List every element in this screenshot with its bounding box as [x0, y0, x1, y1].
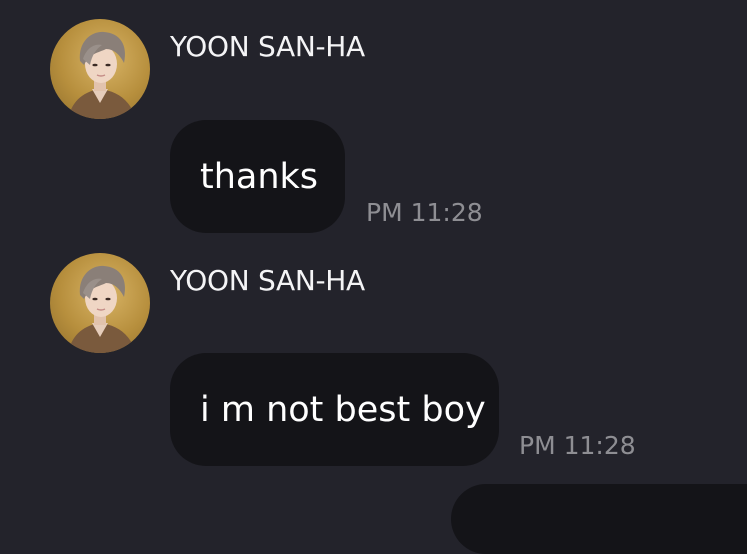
message-text: thanks [200, 156, 319, 197]
message-bubble-partial[interactable] [451, 484, 747, 554]
avatar-portrait-icon [68, 31, 136, 119]
chat-area: YOON SAN-HA thanks PM 11:28 YOON SAN-HA … [0, 0, 747, 554]
message-bubble[interactable]: thanks [170, 120, 345, 233]
message-bubble[interactable]: i m not best boy [170, 353, 499, 466]
message-timestamp: PM 11:28 [519, 431, 636, 460]
message-text: i m not best boy [200, 389, 486, 430]
avatar[interactable] [50, 19, 150, 119]
avatar[interactable] [50, 253, 150, 353]
sender-name: YOON SAN-HA [170, 30, 365, 63]
message-timestamp: PM 11:28 [366, 198, 483, 227]
avatar-portrait-icon [68, 265, 136, 353]
sender-name: YOON SAN-HA [170, 264, 365, 297]
